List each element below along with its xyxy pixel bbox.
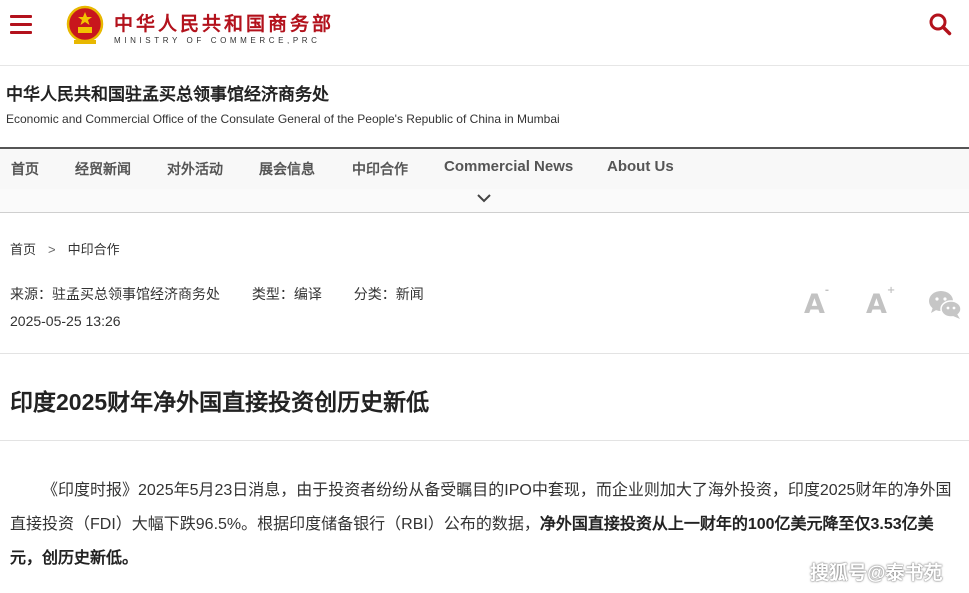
hamburger-menu-icon[interactable] — [10, 15, 32, 35]
site-header: 中华人民共和国商务部 MINISTRY OF COMMERCE,PRC — [0, 0, 969, 66]
meta-category: 分类：新闻 — [353, 286, 424, 302]
nav-item-commercial-news[interactable]: Commercial News — [444, 158, 573, 175]
nav-item-about-us[interactable]: About Us — [607, 158, 674, 175]
chevron-down-icon[interactable] — [476, 192, 492, 204]
breadcrumb-current[interactable]: 中印合作 — [68, 242, 120, 257]
font-increase-button[interactable]: A+ — [866, 285, 895, 320]
nav-item-external-activities[interactable]: 对外活动 — [167, 159, 223, 179]
ministry-name-cn: 中华人民共和国商务部 — [114, 14, 335, 35]
meta-type: 类型：编译 — [251, 286, 322, 302]
divider — [0, 440, 969, 441]
search-icon[interactable] — [928, 12, 952, 36]
national-emblem-icon — [66, 5, 104, 44]
breadcrumb-home[interactable]: 首页 — [10, 242, 36, 257]
article-meta: 来源：驻孟买总领事馆经济商务处 类型：编译 分类：新闻 — [10, 284, 452, 304]
nav-expand-bar — [0, 189, 969, 213]
breadcrumb: 首页 > 中印合作 — [10, 239, 120, 258]
font-decrease-button[interactable]: A- — [804, 285, 829, 320]
watermark: 搜狐号@泰书苑 — [810, 563, 943, 584]
nav-item-china-india-cooperation[interactable]: 中印合作 — [352, 159, 408, 179]
divider — [0, 353, 969, 354]
ministry-name-en: MINISTRY OF COMMERCE,PRC — [114, 36, 321, 45]
office-title-en: Economic and Commercial Office of the Co… — [6, 112, 560, 126]
nav-item-trade-news[interactable]: 经贸新闻 — [75, 159, 131, 179]
main-nav: 首页 经贸新闻 对外活动 展会信息 中印合作 Commercial News A… — [0, 147, 969, 189]
office-title-cn: 中华人民共和国驻孟买总领事馆经济商务处 — [6, 85, 329, 104]
wechat-icon[interactable] — [928, 290, 962, 320]
article-title: 印度2025财年净外国直接投资创历史新低 — [10, 389, 430, 415]
breadcrumb-separator: > — [48, 242, 56, 257]
meta-datetime: 2025-05-25 13:26 — [10, 313, 121, 329]
nav-item-exhibitions[interactable]: 展会信息 — [259, 159, 315, 179]
meta-source: 来源：驻孟买总领事馆经济商务处 — [10, 286, 220, 302]
nav-item-home[interactable]: 首页 — [11, 159, 39, 179]
